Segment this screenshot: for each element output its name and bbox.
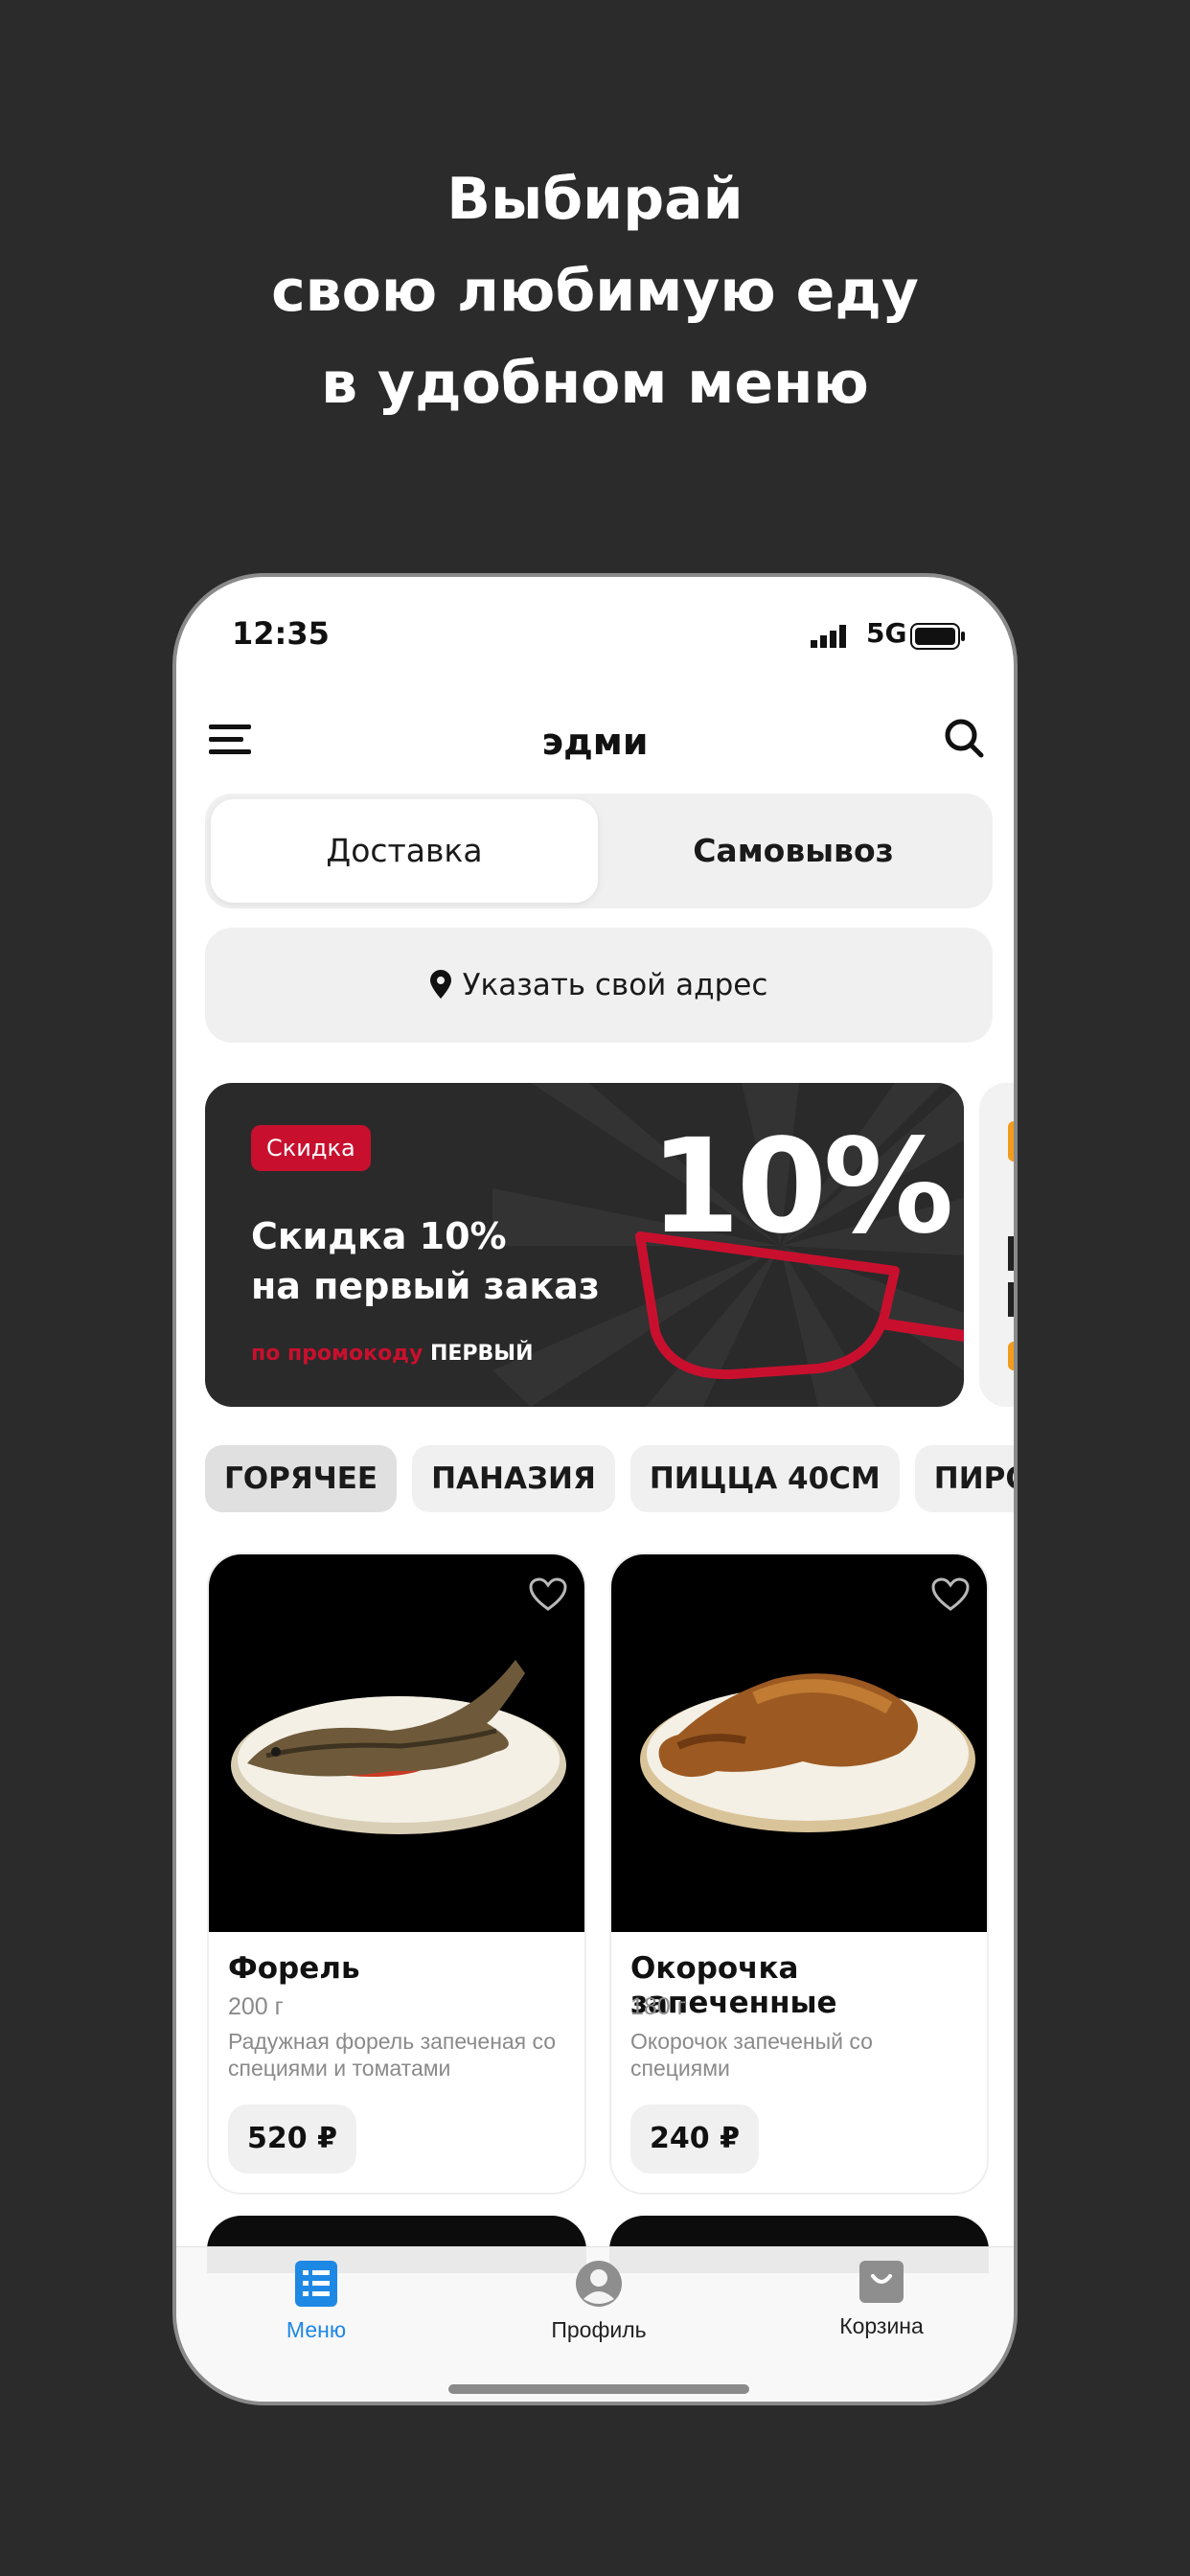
favorite-heart-icon[interactable] <box>931 1577 970 1612</box>
address-label: Указать свой адрес <box>462 968 768 1002</box>
tab-cart-label: Корзина <box>839 2313 924 2338</box>
category-pizza[interactable]: ПИЦЦА 40СМ <box>629 1445 900 1512</box>
promo-banner[interactable]: Скидка Скидка 10% на первый заказ по про… <box>205 1083 964 1407</box>
product-price-button[interactable]: 520 ₽ <box>228 2104 356 2174</box>
promo-code: ПЕРВЫЙ <box>429 1342 534 1366</box>
home-indicator[interactable] <box>448 2384 749 2394</box>
headline-line-1: Выбирай <box>446 166 744 233</box>
headline: Выбирай свою любимую еду в удобном меню <box>0 153 1190 429</box>
delivery-option[interactable]: Доставка <box>211 799 598 903</box>
cart-icon <box>859 2261 904 2303</box>
signal-icon <box>811 625 846 648</box>
tab-menu-label: Меню <box>286 2317 347 2342</box>
category-tabs: ГОРЯЧЕЕПАНАЗИЯПИЦЦА 40СМПИРО <box>205 1445 1014 1512</box>
product-price-button[interactable]: 240 ₽ <box>630 2104 759 2174</box>
product-name: Форель <box>228 1951 360 1986</box>
next-banner-tag <box>1008 1121 1014 1162</box>
delivery-toggle: Доставка Самовывоз <box>205 794 993 908</box>
frying-pan-icon <box>635 1231 964 1380</box>
menu-list-icon <box>295 2261 337 2307</box>
app-brand: эдми <box>541 721 649 763</box>
next-banner-badge <box>1008 1342 1014 1370</box>
tab-menu[interactable]: Меню <box>220 2261 412 2343</box>
bottom-tab-bar: Меню Профиль Корзина <box>176 2246 1014 2402</box>
network-label: 5G <box>866 617 907 649</box>
tab-profile-label: Профиль <box>551 2317 647 2342</box>
category-hot[interactable]: ГОРЯЧЕЕ <box>205 1445 398 1512</box>
category-pies[interactable]: ПИРО <box>914 1445 1014 1512</box>
tab-cart[interactable]: Корзина <box>786 2261 977 2339</box>
next-banner-text-2 <box>1008 1282 1014 1317</box>
discount-tag: Скидка <box>251 1125 371 1171</box>
banner-title-line-2: на первый заказ <box>251 1265 600 1307</box>
promo-code-text: по промокоду ПЕРВЫЙ <box>251 1342 534 1366</box>
favorite-heart-icon[interactable] <box>529 1577 567 1612</box>
banner-title: Скидка 10% на первый заказ <box>251 1211 600 1311</box>
category-panasia[interactable]: ПАНАЗИЯ <box>412 1445 615 1512</box>
promo-prefix: по промокоду <box>251 1342 423 1366</box>
banner-title-line-1: Скидка 10% <box>251 1215 507 1257</box>
product-description: Радужная форель запеченая со специями и … <box>228 2029 557 2081</box>
product-photo-chicken <box>611 1554 987 1932</box>
product-card[interactable]: Окорочка запеченные 180 г Окорочок запеч… <box>609 1552 989 2195</box>
promo-banner-next[interactable] <box>979 1083 1014 1407</box>
product-weight: 180 г <box>630 1993 686 2020</box>
app-header: эдми <box>176 702 1014 797</box>
headline-line-2: свою любимую еду <box>271 258 919 325</box>
address-button[interactable]: Указать свой адрес <box>205 928 993 1043</box>
battery-icon <box>910 623 965 650</box>
product-photo-trout <box>209 1554 584 1932</box>
next-banner-text-1 <box>1008 1236 1014 1271</box>
product-weight: 200 г <box>228 1993 284 2020</box>
pickup-option[interactable]: Самовывоз <box>600 799 987 903</box>
location-pin-icon <box>429 969 451 999</box>
phone-frame: 12:35 5G эдми Доставка Самовывоз Указать… <box>172 573 1018 2405</box>
status-bar: 12:35 5G <box>176 577 1014 692</box>
product-card[interactable]: Форель 200 г Радужная форель запеченая с… <box>207 1552 586 2195</box>
product-description: Окорочок запеченый со специями <box>630 2029 873 2081</box>
profile-icon <box>576 2261 622 2307</box>
status-time: 12:35 <box>232 615 330 652</box>
search-icon[interactable] <box>943 717 985 759</box>
tab-profile[interactable]: Профиль <box>503 2261 695 2343</box>
headline-line-3: в удобном меню <box>321 350 869 417</box>
